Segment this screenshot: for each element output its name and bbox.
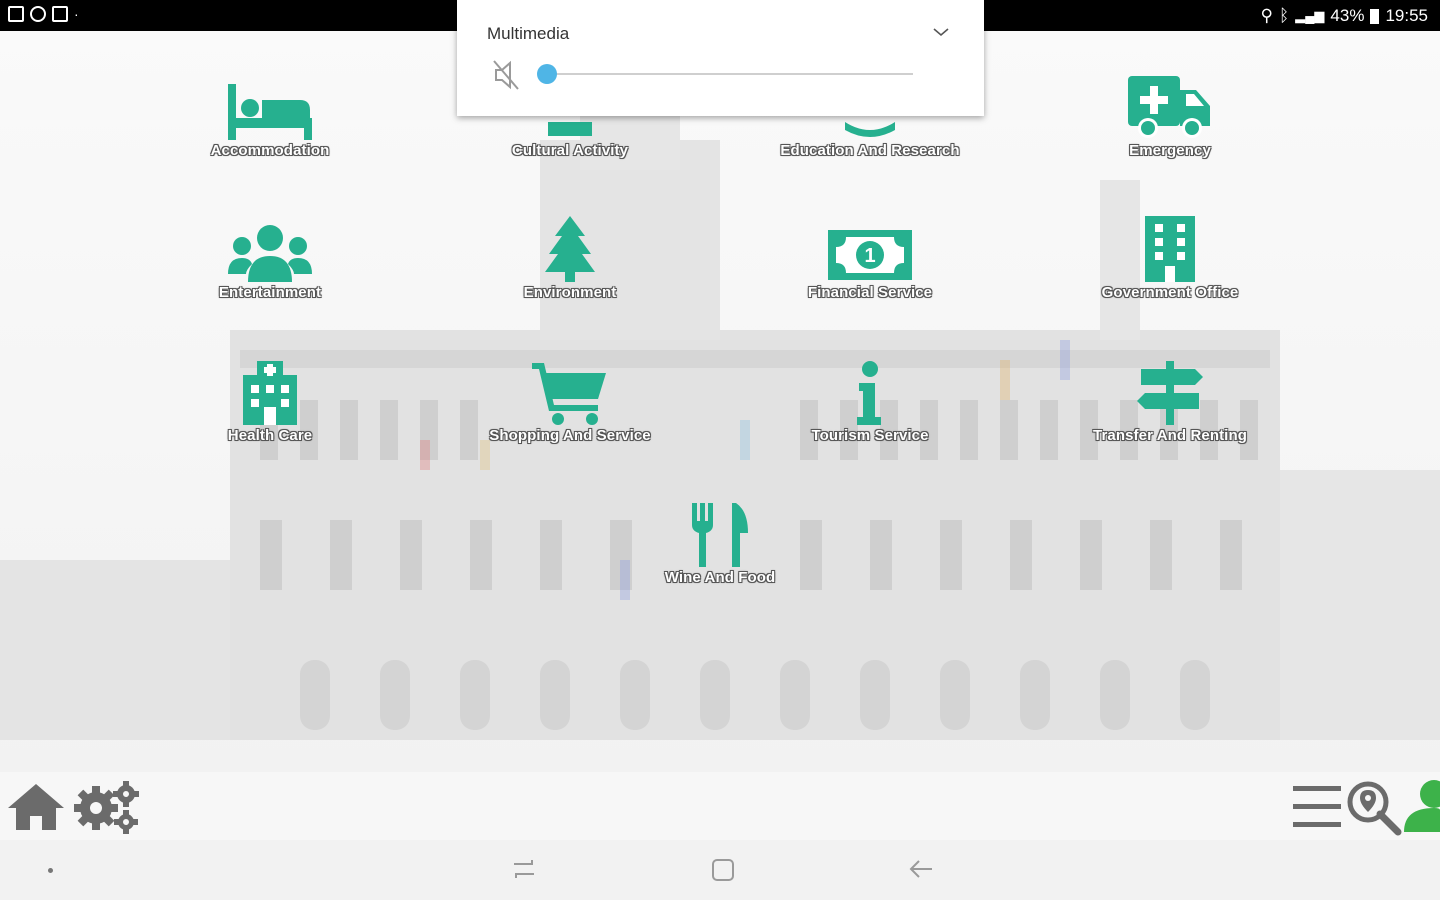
cart-icon	[532, 363, 606, 425]
nav-home-icon[interactable]	[711, 858, 735, 882]
category-label: Tourism Service	[811, 427, 929, 444]
group-icon	[228, 225, 312, 282]
svg-text:1: 1	[864, 245, 875, 267]
map-search-button[interactable]	[1346, 780, 1402, 841]
system-status: ⚲ ᛒ ▂▄▆ 43% 19:55	[1261, 6, 1428, 26]
category-label: Health Care	[227, 427, 313, 444]
volume-panel: Multimedia	[457, 0, 984, 116]
bluetooth-icon: ᛒ	[1279, 6, 1290, 25]
home-icon	[8, 784, 64, 830]
nav-hide-dot[interactable]	[48, 868, 53, 873]
home-button[interactable]	[6, 782, 66, 837]
back-icon[interactable]	[908, 858, 934, 880]
category-accommodation[interactable]: Accommodation	[140, 70, 400, 159]
bed-icon	[228, 84, 312, 140]
category-label: Transfer And Renting	[1093, 427, 1247, 444]
category-tourism-service[interactable]: Tourism Service	[740, 355, 1000, 444]
sync-notification-icon	[30, 6, 46, 22]
map-search-icon	[1347, 781, 1402, 836]
volume-slider-track[interactable]	[547, 73, 913, 75]
category-label: Emergency	[1129, 142, 1211, 159]
recents-icon[interactable]	[512, 858, 536, 880]
category-label: Environment	[523, 284, 617, 301]
category-label: Entertainment	[218, 284, 322, 301]
signpost-icon	[1137, 361, 1203, 425]
settings-gears-icon	[74, 781, 139, 834]
category-transfer-and-renting[interactable]: Transfer And Renting	[1040, 355, 1300, 444]
system-navigation-bar	[0, 840, 1440, 900]
screenshot-notification-icon	[52, 6, 68, 22]
category-label: Financial Service	[807, 284, 933, 301]
user-button[interactable]	[1404, 778, 1440, 839]
menu-button[interactable]	[1293, 786, 1341, 833]
gallery-notification-icon	[8, 6, 24, 22]
settings-button[interactable]	[72, 778, 142, 839]
category-environment[interactable]: Environment	[440, 212, 700, 301]
category-label: Shopping And Service	[489, 427, 651, 444]
category-label: Cultural Activity	[511, 142, 629, 159]
menu-icon	[1293, 786, 1341, 827]
money-icon: 1	[828, 230, 912, 280]
category-emergency[interactable]: Emergency	[1040, 70, 1300, 159]
more-notifications-dot-icon: ·	[74, 6, 79, 22]
category-shopping-and-service[interactable]: Shopping And Service	[440, 355, 700, 444]
ambulance-icon	[1128, 76, 1210, 138]
battery-percent: 43%	[1330, 6, 1365, 25]
category-label: Education And Research	[780, 142, 960, 159]
clock: 19:55	[1385, 6, 1428, 25]
category-label: Government Office	[1101, 284, 1239, 301]
category-government-office[interactable]: Government Office	[1040, 212, 1300, 301]
volume-slider-thumb[interactable]	[537, 64, 557, 84]
battery-icon	[1370, 8, 1380, 24]
category-health-care[interactable]: Health Care	[140, 355, 400, 444]
signal-icon: ▂▄▆	[1295, 8, 1325, 23]
info-icon	[857, 361, 881, 425]
chevron-down-icon[interactable]	[933, 26, 949, 38]
category-label: Accommodation	[210, 142, 330, 159]
category-financial-service[interactable]: 1 Financial Service	[740, 212, 1000, 301]
notification-icons: ·	[8, 6, 79, 22]
fork-knife-icon	[692, 503, 748, 567]
user-icon	[1404, 780, 1440, 832]
category-wine-and-food[interactable]: Wine And Food	[590, 497, 850, 586]
category-entertainment[interactable]: Entertainment	[140, 212, 400, 301]
category-label: Wine And Food	[664, 569, 776, 586]
volume-stream-title: Multimedia	[487, 24, 570, 43]
hospital-icon	[243, 361, 297, 425]
mute-icon[interactable]	[493, 60, 519, 90]
building-icon	[1145, 216, 1195, 282]
bottom-toolbar	[0, 772, 1440, 840]
location-icon: ⚲	[1260, 6, 1273, 25]
tree-icon	[545, 216, 595, 282]
